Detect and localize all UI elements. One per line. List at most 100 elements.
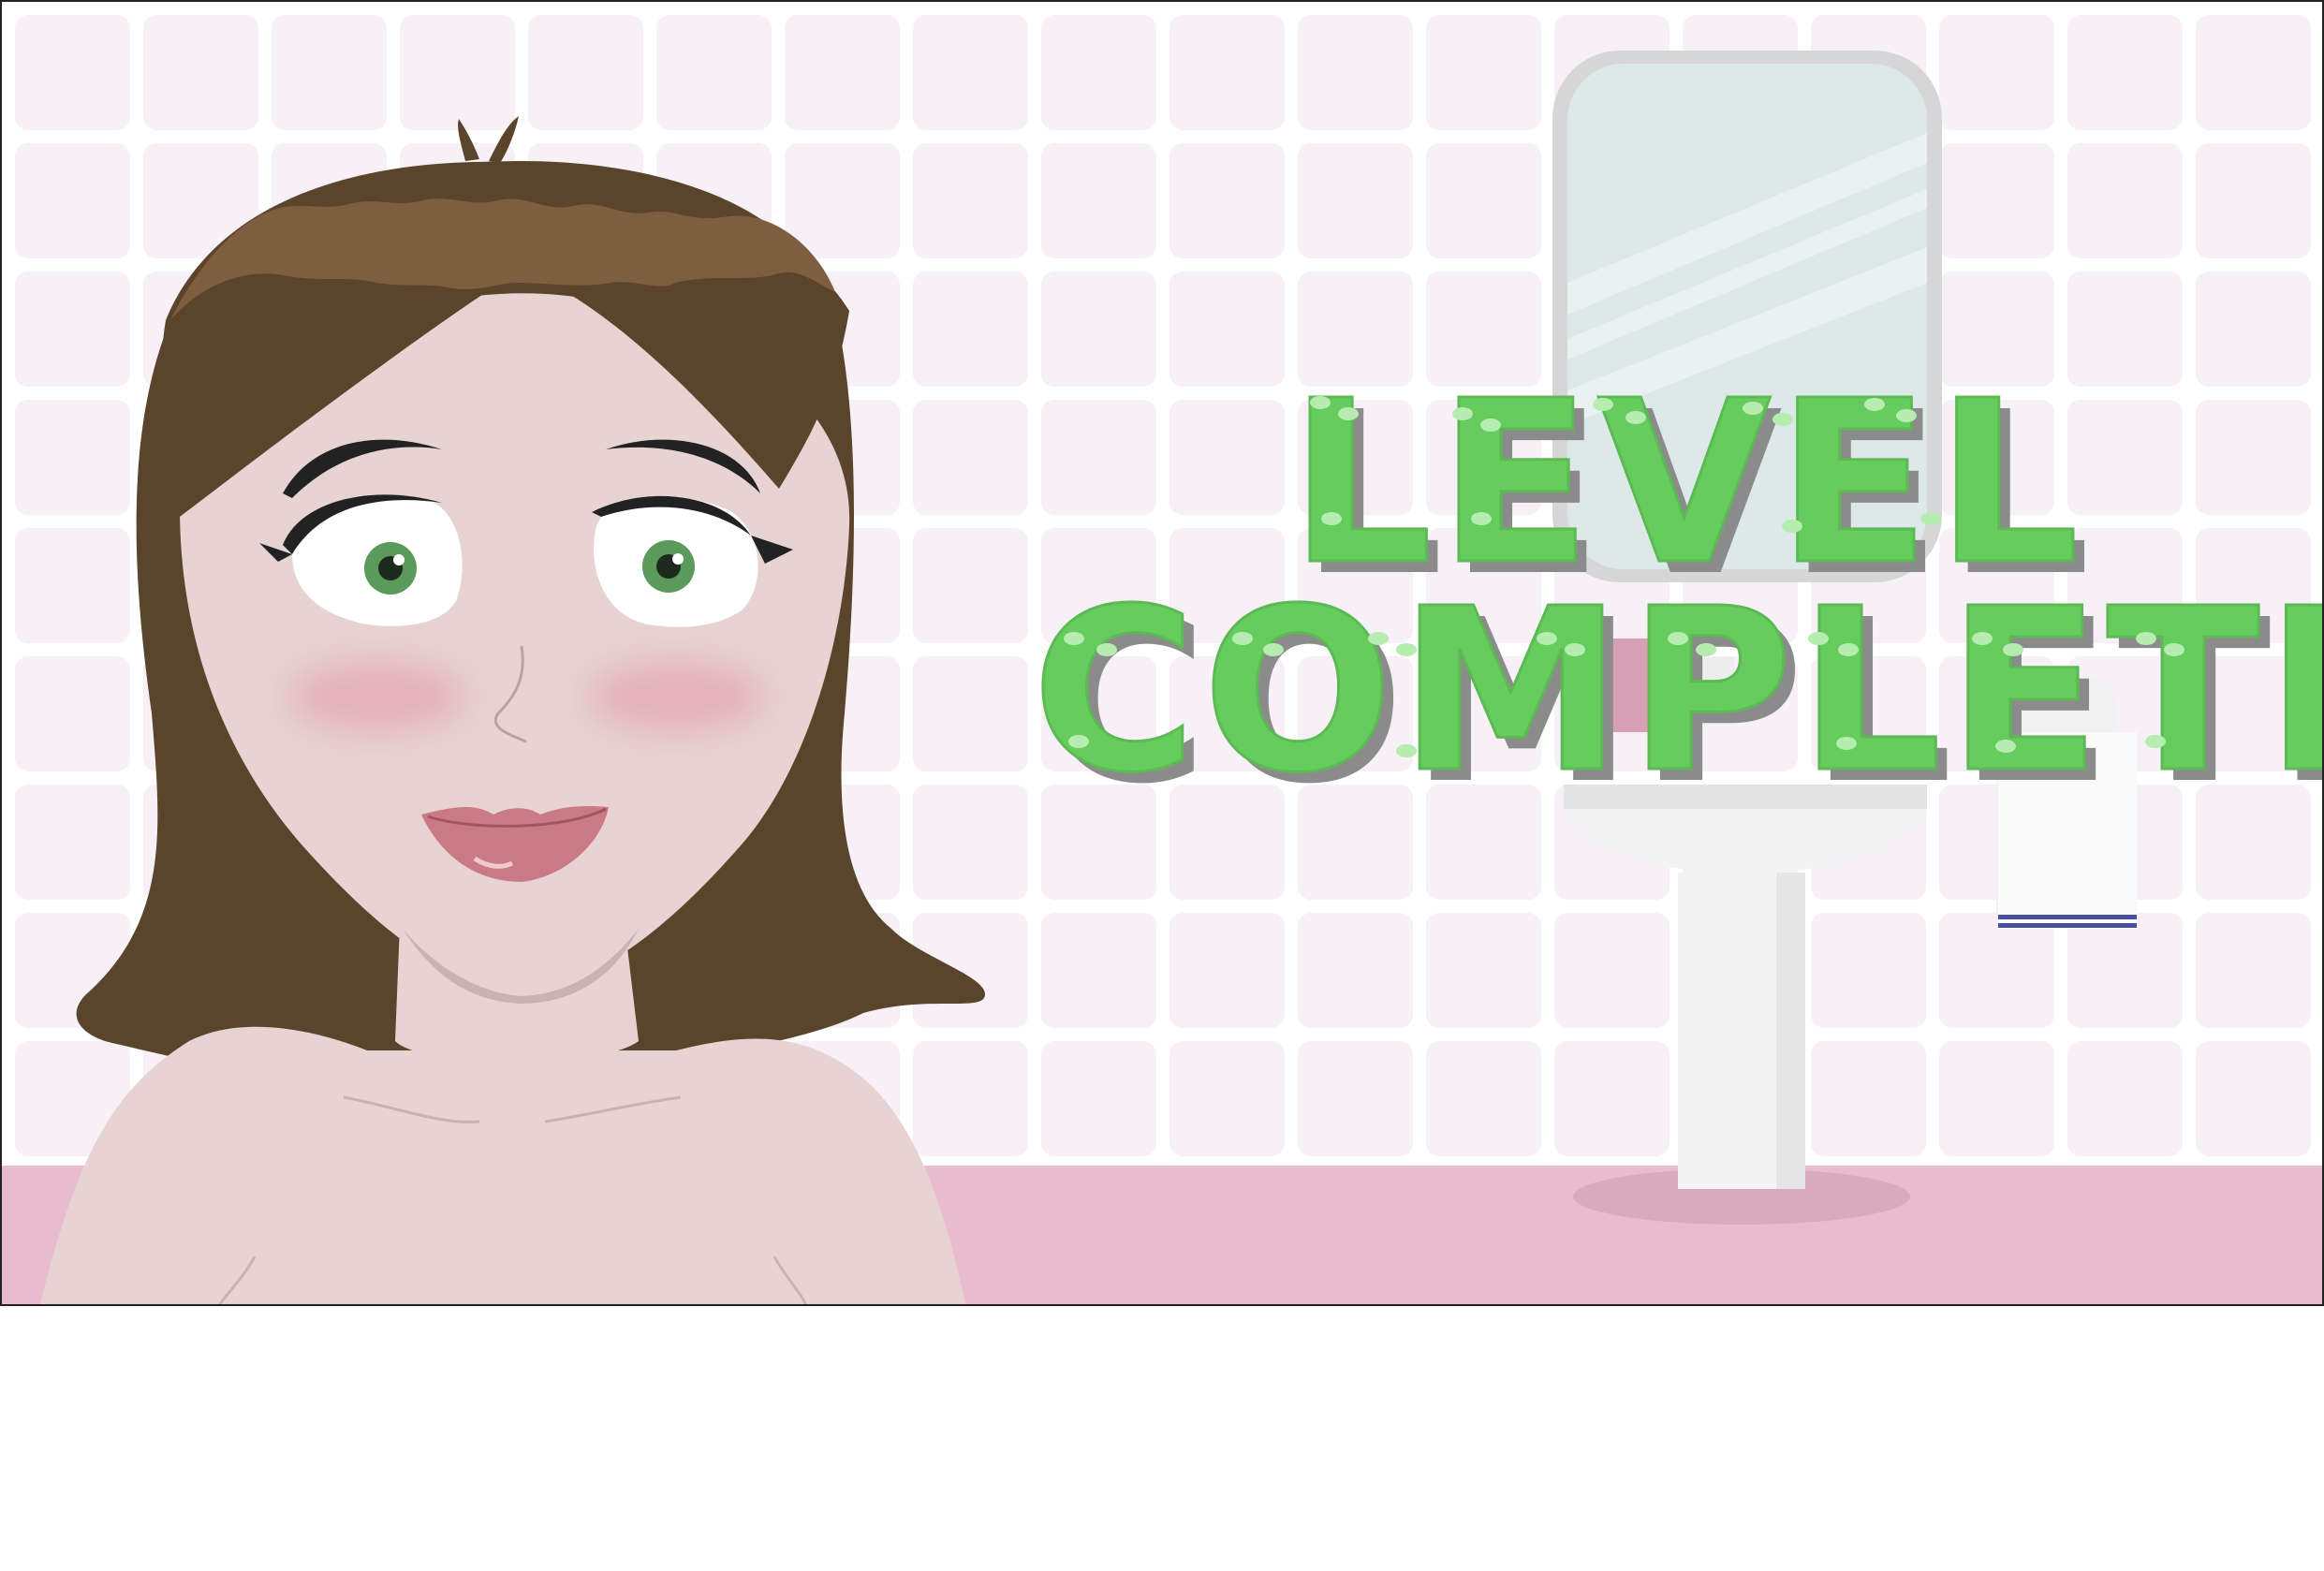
wall-tile [1554,1041,1669,1156]
wall-tile [15,272,130,387]
banner-gloss-dot [1838,643,1859,656]
wall-tile [785,15,900,130]
banner-gloss-dot [1480,418,1501,432]
wall-tile [913,528,1028,643]
banner-gloss-dot [1321,512,1342,525]
wall-tile [913,15,1028,130]
wall-tile [1426,913,1541,1028]
wall-tile [1939,15,2054,130]
banner-gloss-dot [1920,512,1941,525]
wall-tile [1169,15,1285,130]
banner-gloss-dot [1396,643,1417,656]
wall-tile [143,15,258,130]
wall-tile [1169,143,1285,258]
wall-tile [528,15,643,130]
wall-tile [400,15,515,130]
wall-tile [15,143,130,258]
shoulders [39,1026,966,1304]
wall-tile [1298,143,1413,258]
banner-gloss-dot [1864,398,1885,411]
banner-gloss-dot [1995,740,2016,753]
wall-tile [2196,400,2311,515]
wall-tile [913,1041,1028,1156]
wall-tile [2196,15,2311,130]
banner-gloss-dot [1537,632,1557,645]
banner-gloss-dot [1743,402,1763,415]
wall-tile [1939,143,2054,258]
banner-gloss-dot [1808,632,1829,645]
banner-gloss-dot [2164,643,2184,656]
banner-gloss-dot [1668,632,1688,645]
wall-tile [1041,15,1156,130]
banner-gloss-dot [1396,744,1417,757]
wall-tile [2196,272,2311,387]
wall-tile [1041,143,1156,258]
wall-tile [913,785,1028,900]
wall-tile [913,400,1028,515]
banner-gloss-dot [1232,632,1253,645]
banner-gloss-dot [2136,632,2156,645]
banner-gloss-dot [1836,737,1857,750]
empty-area [0,1306,2324,1571]
wall-tile [2196,1041,2311,1156]
wall-tile [1298,1041,1413,1156]
wall-tile [15,400,130,515]
wall-tile [913,143,1028,258]
wall-tile [656,15,772,130]
banner-gloss-dot [1338,407,1359,420]
left-blush [287,661,465,732]
wall-tile [15,656,130,771]
wall-tile [913,272,1028,387]
wall-tile [2196,913,2311,1028]
wall-tile [1554,913,1669,1028]
wall-tile [2067,143,2183,258]
wall-tile [1426,1041,1541,1156]
banner-gloss-dot [1452,407,1473,420]
wall-tile [2067,913,2183,1028]
banner-gloss-dot [1565,643,1585,656]
banner-gloss-dot [1068,735,1089,748]
wall-tile [1426,143,1541,258]
banner-line2: COMPLETE! [1032,560,2324,822]
wall-tile [1939,1041,2054,1156]
wall-tile [15,785,130,900]
wall-tile [785,143,900,258]
wall-tile [1041,913,1156,1028]
wall-tile [1298,15,1413,130]
wall-tile [1041,400,1156,515]
wall-tile [2067,15,2183,130]
wall-tile [1041,272,1156,387]
banner-gloss-dot [1696,643,1716,656]
banner-gloss-dot [1310,396,1331,409]
banner-gloss-dot [1096,643,1117,656]
banner-gloss-dot [2003,643,2023,656]
banner-gloss-dot [1263,643,1284,656]
wall-tile [1426,15,1541,130]
wall-tile [15,528,130,643]
banner-gloss-dot [1772,413,1793,426]
wall-tile [2067,1041,2183,1156]
banner-gloss-dot [2145,735,2166,748]
banner-gloss-dot [1896,409,1917,422]
wall-tile [272,15,387,130]
banner-gloss-dot [1782,520,1802,533]
wall-tile [1811,1041,1926,1156]
wall-tile [1169,913,1285,1028]
wall-tile [1041,1041,1156,1156]
wall-tile [1169,400,1285,515]
bathroom-scene: LEVEL LEVEL COMPLETE! COMPLETE! [2,2,2324,1304]
banner-gloss-dot [1625,411,1646,424]
wall-tile [1298,913,1413,1028]
wall-tile [15,15,130,130]
wall-tile [2196,143,2311,258]
wall-tile [1939,913,2054,1028]
wall-tile [913,656,1028,771]
wall-tile [1811,913,1926,1028]
game-stage: LEVEL LEVEL COMPLETE! COMPLETE! [0,0,2324,1306]
banner-gloss-dot [1368,632,1389,645]
banner-gloss-dot [1593,398,1613,411]
right-blush [587,661,765,732]
wall-tile [1169,1041,1285,1156]
banner-gloss-dot [1064,632,1084,645]
wall-tile [1169,272,1285,387]
